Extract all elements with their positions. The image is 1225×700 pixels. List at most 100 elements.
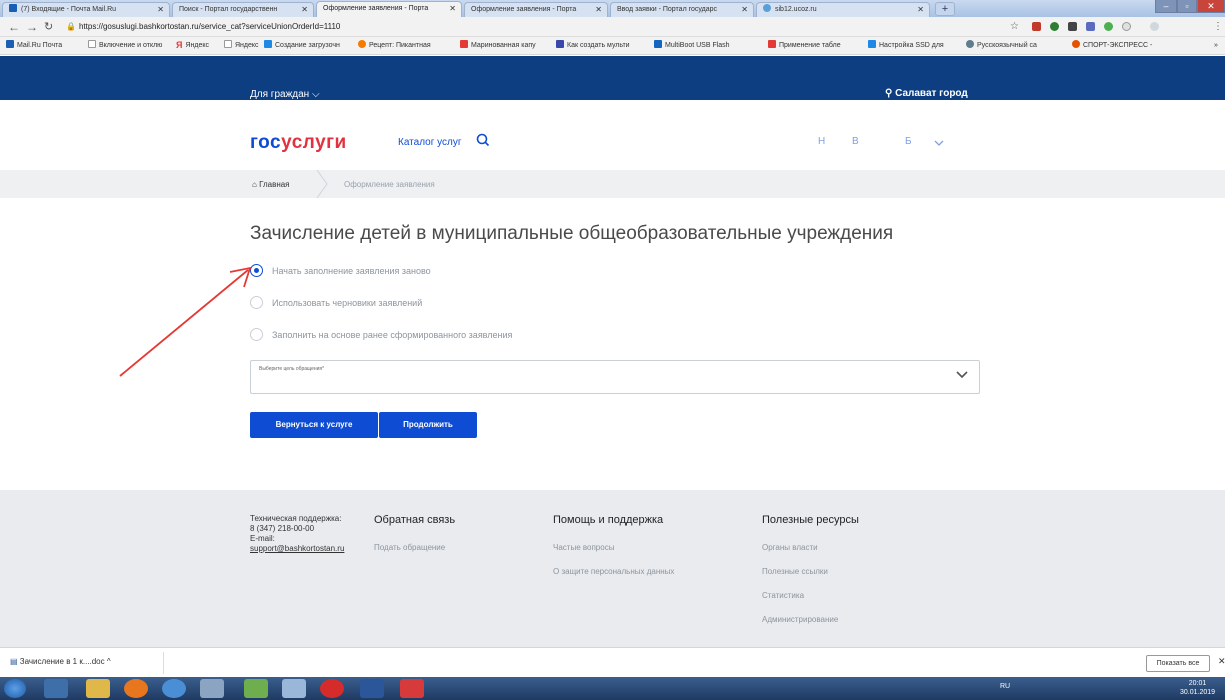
support-email-link[interactable]: support@bashkortostan.ru <box>250 544 360 554</box>
region-selector[interactable]: ⚲ Салават город <box>885 88 968 100</box>
browser-tab[interactable]: Ввод заявки - Портал государс ✕ <box>610 2 754 17</box>
language-indicator[interactable]: RU <box>1000 683 1010 690</box>
menu-icon[interactable]: ⋮ <box>1213 19 1223 35</box>
new-tab-button[interactable]: + <box>935 2 955 16</box>
ucoz-icon <box>763 4 771 12</box>
chrome-icon[interactable] <box>162 679 186 698</box>
bookmark-item[interactable]: Настройка SSD для <box>868 40 944 51</box>
minimize-button[interactable]: – <box>1155 0 1177 13</box>
chevron-down-icon[interactable] <box>934 140 944 146</box>
show-all-downloads-button[interactable]: Показать все <box>1146 655 1210 672</box>
footer-link[interactable]: Администрирование <box>762 615 838 625</box>
select-placeholder: Выберите цель обращения* <box>259 366 325 372</box>
purpose-select[interactable]: Выберите цель обращения* <box>250 360 980 394</box>
extension-icon[interactable] <box>1068 22 1077 31</box>
window-close-button[interactable]: ✕ <box>1197 0 1225 13</box>
close-icon[interactable]: ✕ <box>595 3 602 17</box>
extension-icon[interactable] <box>1050 22 1059 31</box>
url-field[interactable]: 🔒 https://gosuslugi.bashkortostan.ru/serv… <box>66 20 340 34</box>
taskbar-app-icon[interactable] <box>244 679 268 698</box>
footer-link[interactable]: Органы власти <box>762 543 818 553</box>
download-item[interactable]: ▤ Зачисление в 1 к....doc ^ <box>10 657 111 667</box>
browser-tab[interactable]: Поиск - Портал государственн ✕ <box>172 2 314 17</box>
continue-button[interactable]: Продолжить <box>379 412 477 438</box>
yandex-icon: Я <box>176 40 183 50</box>
explorer-icon[interactable] <box>86 679 110 698</box>
close-icon[interactable]: ✕ <box>741 3 748 17</box>
bookmark-item[interactable]: Создание загрузочн <box>264 40 340 51</box>
forward-arrow-icon[interactable]: → <box>26 19 38 35</box>
page-icon <box>224 40 232 48</box>
location-pin-icon: ⚲ <box>885 88 896 99</box>
doc-file-icon: ▤ <box>10 657 20 666</box>
breadcrumb-home[interactable]: ⌂ Главная <box>252 179 290 190</box>
mail-icon <box>9 4 17 12</box>
close-icon[interactable]: ✕ <box>449 2 456 16</box>
reload-icon[interactable]: ↻ <box>44 19 53 35</box>
close-icon[interactable]: ✕ <box>1218 656 1225 667</box>
bookmark-item[interactable]: Включение и отклю <box>88 40 162 51</box>
gosuslugi-logo[interactable]: госуслуги <box>250 132 347 154</box>
close-icon[interactable]: ✕ <box>917 3 924 17</box>
footer-link[interactable]: О защите персональных данных <box>553 567 674 577</box>
bookmarks-bar: Mail.Ru Почта Включение и отклю Я Яндекс … <box>0 37 1225 55</box>
bookmark-item[interactable]: Mail.Ru Почта <box>6 40 62 51</box>
annotation-arrow <box>119 266 252 377</box>
divider <box>163 652 164 674</box>
support-phone[interactable]: 8 (347) 218-00-00 <box>250 524 360 534</box>
bookmark-item[interactable]: Яндекс <box>224 40 259 51</box>
breadcrumb: ⌂ Главная Оформление заявления <box>0 170 1225 198</box>
maximize-button[interactable]: ▫ <box>1177 0 1197 13</box>
start-button[interactable] <box>4 679 26 698</box>
bookmark-item[interactable]: СПОРТ-ЭКСПРЕСС - <box>1072 40 1152 51</box>
radio-label[interactable]: Использовать черновики заявлений <box>272 297 422 309</box>
bookmark-item[interactable]: Маринованная капу <box>460 40 536 51</box>
extension-icon[interactable] <box>1122 22 1131 31</box>
bookmark-item[interactable]: Применение табле <box>768 40 841 51</box>
back-to-service-button[interactable]: Вернуться к услуге <box>250 412 378 438</box>
firefox-icon[interactable] <box>124 679 148 698</box>
close-icon[interactable]: ✕ <box>301 3 308 17</box>
browser-tab-active[interactable]: Оформление заявления - Порта ✕ <box>316 1 462 17</box>
bookmark-item[interactable]: MultiBoot USB Flash <box>654 40 730 51</box>
browser-tab[interactable]: (7) Входящие - Почта Mail.Ru ✕ <box>2 2 170 17</box>
radio-label[interactable]: Начать заполнение заявления заново <box>272 265 431 277</box>
radio-label[interactable]: Заполнить на основе ранее сформированног… <box>272 329 512 341</box>
bookmark-item[interactable]: Русскоязычный са <box>966 40 1037 51</box>
extension-icon[interactable] <box>1086 22 1095 31</box>
close-icon[interactable]: ✕ <box>157 3 164 17</box>
footer-link[interactable]: Частые вопросы <box>553 543 614 553</box>
bookmark-item[interactable]: Рецепт: Пикантная <box>358 40 431 51</box>
page-title: Зачисление детей в муниципальные общеобр… <box>250 223 894 244</box>
taskbar-app-icon[interactable] <box>44 679 68 698</box>
bookmark-star-icon[interactable]: ☆ <box>1010 19 1019 35</box>
search-icon[interactable] <box>476 133 490 147</box>
bookmarks-overflow-icon[interactable]: » <box>1214 40 1218 51</box>
footer-link[interactable]: Подать обращение <box>374 543 445 553</box>
extension-icon[interactable] <box>1032 22 1041 31</box>
downloads-bar: ▤ Зачисление в 1 к....doc ^ Показать все… <box>0 647 1225 677</box>
system-tray: RU <box>1000 682 1010 692</box>
back-arrow-icon[interactable]: ← <box>8 19 20 35</box>
browser-tab[interactable]: Оформление заявления - Порта ✕ <box>464 2 608 17</box>
browser-tab[interactable]: sib12.ucoz.ru ✕ <box>756 2 930 17</box>
footer-link[interactable]: Статистика <box>762 591 804 601</box>
bookmark-icon <box>966 40 974 48</box>
header-link[interactable]: Б <box>905 136 912 148</box>
header-link[interactable]: Н <box>818 136 825 148</box>
taskbar-app-icon[interactable] <box>282 679 306 698</box>
word-icon[interactable] <box>360 679 384 698</box>
opera-icon[interactable] <box>320 679 344 698</box>
taskbar-app-icon[interactable] <box>200 679 224 698</box>
bookmark-item[interactable]: Как создать мульти <box>556 40 630 51</box>
header-link[interactable]: В <box>852 136 859 148</box>
footer-link[interactable]: Полезные ссылки <box>762 567 828 577</box>
profile-icon[interactable] <box>1150 22 1159 31</box>
extension-icon[interactable] <box>1104 22 1113 31</box>
bookmark-item[interactable]: Я Яндекс <box>176 40 209 51</box>
clock[interactable]: 20:01 30.01.2019 <box>1180 679 1215 697</box>
youtube-icon <box>768 40 776 48</box>
taskbar-app-icon[interactable] <box>400 679 424 698</box>
catalog-link[interactable]: Каталог услуг <box>398 137 462 149</box>
mail-icon <box>6 40 14 48</box>
